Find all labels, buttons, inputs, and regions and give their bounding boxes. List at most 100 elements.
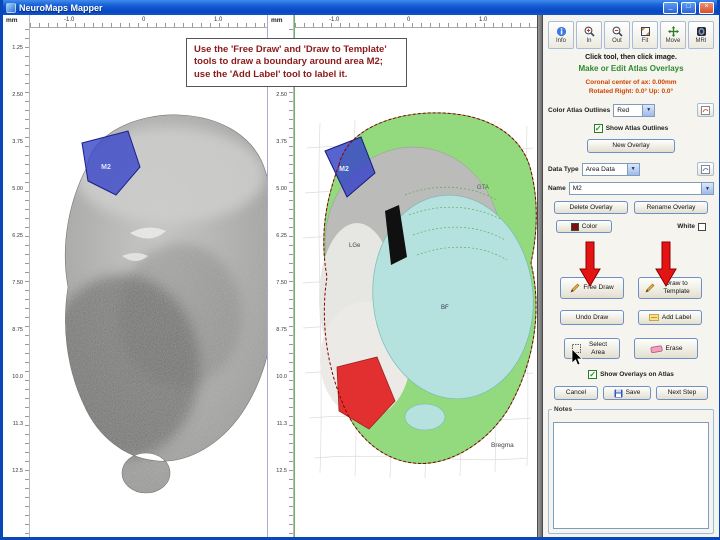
info-tool-button[interactable]: Info bbox=[548, 21, 574, 49]
overlay-name-label: Name bbox=[548, 185, 566, 193]
new-overlay-button[interactable]: New Overlay bbox=[587, 139, 675, 154]
outline-color-dropdown[interactable]: Red ▼ bbox=[613, 103, 656, 117]
page-icon bbox=[701, 105, 710, 115]
m2-region-label: M2 bbox=[339, 166, 349, 173]
label-tag-icon bbox=[649, 314, 659, 322]
ruler-ticks bbox=[295, 23, 537, 27]
window-title: NeuroMaps Mapper bbox=[19, 2, 103, 13]
atlas-image: M2 GTA LGe BF Bregma bbox=[302, 112, 537, 479]
ruler-label: 6.25 bbox=[276, 233, 287, 239]
select-area-label: Select Area bbox=[588, 340, 608, 356]
title-bar[interactable]: NeuroMaps Mapper _ □ × bbox=[3, 0, 717, 15]
outline-options-button[interactable] bbox=[697, 103, 714, 118]
notes-section: Notes bbox=[548, 406, 714, 534]
overlay-name-dropdown[interactable]: M2 ▼ bbox=[568, 182, 714, 196]
action-buttons-row: Cancel Save Next Step bbox=[548, 386, 714, 401]
section-title: Make or Edit Atlas Overlays bbox=[578, 64, 684, 73]
current-color-label: White bbox=[677, 223, 695, 231]
tool-label: Move bbox=[665, 38, 681, 44]
add-label-button[interactable]: Add Label bbox=[638, 310, 702, 326]
data-type-label: Data Type bbox=[548, 165, 579, 173]
atlas-top-ruler: -1.0 0 1.0 bbox=[295, 15, 537, 28]
name-row: Name M2 ▼ bbox=[548, 182, 714, 196]
show-overlays-checkbox[interactable]: ✓ bbox=[588, 369, 598, 380]
chevron-down-icon: ▼ bbox=[701, 183, 713, 195]
ruler-ticks bbox=[289, 29, 293, 537]
ruler-label: 5.00 bbox=[12, 186, 23, 192]
color-button-label: Color bbox=[581, 222, 598, 230]
draw-to-template-annotation-arrow bbox=[655, 241, 677, 287]
close-button[interactable]: × bbox=[699, 1, 714, 14]
zoom-in-tool-button[interactable]: In bbox=[576, 21, 602, 49]
ruler-label: 2.50 bbox=[276, 92, 287, 98]
checkmark-icon: ✓ bbox=[589, 369, 596, 379]
app-icon bbox=[6, 2, 16, 13]
ruler-label: 7.50 bbox=[276, 280, 287, 286]
ruler-label: -1.0 bbox=[64, 17, 75, 23]
atlas-panel[interactable]: -1.0 0 1.0 M2 GTA LGe BF Bregma bbox=[294, 15, 537, 537]
data-type-options-button[interactable] bbox=[697, 162, 714, 177]
histology-top-ruler: -1.0 0 1.0 bbox=[30, 15, 267, 28]
free-draw-annotation-arrow bbox=[579, 241, 601, 287]
info-icon bbox=[556, 26, 566, 37]
outline-color-row: Color Atlas Outlines Red ▼ bbox=[548, 103, 714, 118]
ruler-label: 0 bbox=[142, 17, 146, 23]
ruler-label: 6.25 bbox=[12, 233, 23, 239]
ruler-unit-label: mm bbox=[6, 17, 18, 24]
next-step-button[interactable]: Next Step bbox=[656, 386, 708, 401]
mouse-cursor bbox=[571, 349, 583, 366]
histology-panel[interactable]: -1.0 0 1.0 M2 bbox=[30, 15, 268, 537]
ruler-ticks bbox=[30, 23, 267, 27]
save-button[interactable]: Save bbox=[603, 386, 651, 401]
tools-sidebar: Info In Out Fit Move MRI Click tool, the… bbox=[543, 15, 719, 537]
fit-icon bbox=[640, 27, 650, 36]
rename-overlay-button[interactable]: Rename Overlay bbox=[634, 201, 708, 215]
chevron-down-icon: ▼ bbox=[626, 163, 639, 175]
current-color-swatch bbox=[698, 222, 706, 231]
delete-overlay-button[interactable]: Delete Overlay bbox=[554, 201, 628, 215]
cancel-button[interactable]: Cancel bbox=[554, 386, 598, 401]
mri-tool-button[interactable]: MRI bbox=[688, 21, 714, 49]
zoom-out-tool-button[interactable]: Out bbox=[604, 21, 630, 49]
rotation-text: Rotated Right: 0.0° Up: 0.0° bbox=[588, 88, 674, 96]
ruler-label: 7.50 bbox=[12, 280, 23, 286]
erase-button[interactable]: Erase bbox=[634, 338, 698, 360]
main-content: mm 1.25 2.50 3.75 5.00 6.25 7.50 8.75 10… bbox=[3, 15, 719, 537]
show-atlas-outlines-checkbox[interactable]: ✓ bbox=[593, 124, 603, 134]
notes-label: Notes bbox=[554, 406, 573, 414]
new-overlay-row: New Overlay bbox=[548, 139, 714, 154]
ruler-label: 3.75 bbox=[276, 139, 287, 145]
app-window: NeuroMaps Mapper _ □ × mm 1.25 2.50 3.75… bbox=[0, 0, 720, 540]
ruler-label: 1.25 bbox=[12, 45, 23, 51]
ruler-unit-label: mm bbox=[271, 17, 283, 24]
fit-tool-button[interactable]: Fit bbox=[632, 21, 658, 49]
data-type-value: Area Data bbox=[585, 165, 615, 173]
outline-color-label: Color Atlas Outlines bbox=[548, 106, 611, 114]
move-tool-button[interactable]: Move bbox=[660, 21, 686, 49]
show-outlines-row: ✓ Show Atlas Outlines bbox=[548, 124, 714, 134]
maximize-button[interactable]: □ bbox=[681, 1, 696, 14]
toolbar-hint: Click tool, then click image. bbox=[585, 54, 677, 61]
minimize-button[interactable]: _ bbox=[663, 1, 678, 14]
coronal-info: Coronal center of ax: 0.00mm Rotated Rig… bbox=[548, 78, 714, 96]
tool-label: Fit bbox=[641, 38, 649, 44]
ruler-ticks bbox=[25, 29, 29, 537]
ruler-label: -1.0 bbox=[329, 17, 340, 23]
zoom-in-icon bbox=[584, 26, 595, 37]
notes-textarea[interactable] bbox=[553, 422, 709, 529]
undo-label-row: Undo Draw Add Label bbox=[548, 310, 714, 326]
view-toolbar: Info In Out Fit Move MRI bbox=[548, 21, 714, 49]
instruction-callout: Use the 'Free Draw' and 'Draw to Templat… bbox=[186, 38, 407, 88]
save-label: Save bbox=[625, 389, 641, 397]
undo-draw-button[interactable]: Undo Draw bbox=[560, 310, 624, 326]
eraser-icon bbox=[650, 345, 663, 353]
data-type-dropdown[interactable]: Area Data ▼ bbox=[581, 162, 640, 176]
ruler-label: 1.0 bbox=[214, 17, 223, 23]
data-type-row: Data Type Area Data ▼ bbox=[548, 162, 714, 177]
color-picker-button[interactable]: Color bbox=[556, 220, 612, 234]
chevron-down-icon: ▼ bbox=[642, 104, 655, 116]
overlay-manage-row: Delete Overlay Rename Overlay bbox=[548, 201, 714, 215]
tool-label: Out bbox=[612, 38, 622, 44]
pencil-icon bbox=[644, 283, 654, 293]
overlay-name-value: M2 bbox=[572, 185, 582, 193]
